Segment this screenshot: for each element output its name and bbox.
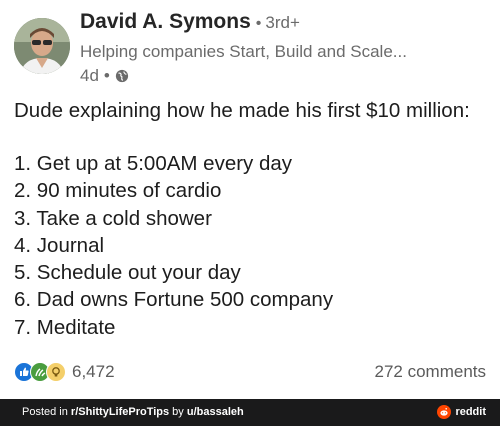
author-name-line: David A. Symons • 3rd+	[80, 10, 486, 36]
author-headline: Helping companies Start, Build and Scale…	[80, 42, 407, 61]
post-intro: Dude explaining how he made his first $1…	[14, 99, 470, 122]
list-item: 2. 90 minutes of cardio	[14, 179, 222, 203]
post-timestamp-line: 4d •	[80, 66, 486, 86]
list-item: 1. Get up at 5:00AM every day	[14, 152, 293, 175]
post-body: Dude explaining how he made his first $1…	[14, 98, 490, 341]
posted-in-prefix: Posted in	[22, 406, 71, 418]
name-separator: •	[255, 15, 262, 32]
avatar-image	[14, 18, 70, 74]
time-separator: •	[103, 66, 110, 85]
author-meta: David A. Symons • 3rd+ Helping companies…	[80, 10, 486, 86]
globe-icon	[115, 69, 128, 83]
reddit-logo-icon	[437, 405, 452, 419]
author-name[interactable]: David A. Symons	[80, 10, 251, 34]
post-header: David A. Symons • 3rd+ Helping companies…	[14, 10, 486, 90]
list-item: 3. Take a cold shower	[14, 206, 212, 230]
reddit-wordmark: reddit	[455, 406, 486, 418]
avatar[interactable]	[14, 18, 70, 74]
comments-count[interactable]: 272 comments	[375, 362, 487, 382]
linkedin-post: David A. Symons • 3rd+ Helping companies…	[0, 0, 500, 399]
insightful-icon	[46, 362, 66, 382]
reaction-count: 6,472	[72, 362, 115, 381]
list-item: 5. Schedule out your day	[14, 261, 241, 285]
social-counts: 6,472 272 comments	[14, 360, 486, 386]
user-link[interactable]: u/bassaleh	[187, 406, 244, 418]
subreddit-link[interactable]: r/ShittyLifeProTips	[71, 406, 169, 418]
posted-in-text: Posted in r/ShittyLifeProTips by u/bassa…	[22, 406, 244, 418]
list-item: 7. Meditate	[14, 315, 116, 339]
post-time: 4d	[80, 66, 99, 85]
reactions-summary[interactable]: 6,472	[14, 362, 115, 382]
list-item: 6. Dad owns Fortune 500 company	[14, 288, 334, 312]
reddit-brand[interactable]: reddit	[437, 405, 486, 419]
reddit-footer-bar: Posted in r/ShittyLifeProTips by u/bassa…	[0, 399, 500, 426]
connection-degree: 3rd+	[265, 13, 300, 32]
by-prefix: by	[169, 406, 187, 418]
list-item: 4. Journal	[14, 233, 105, 257]
